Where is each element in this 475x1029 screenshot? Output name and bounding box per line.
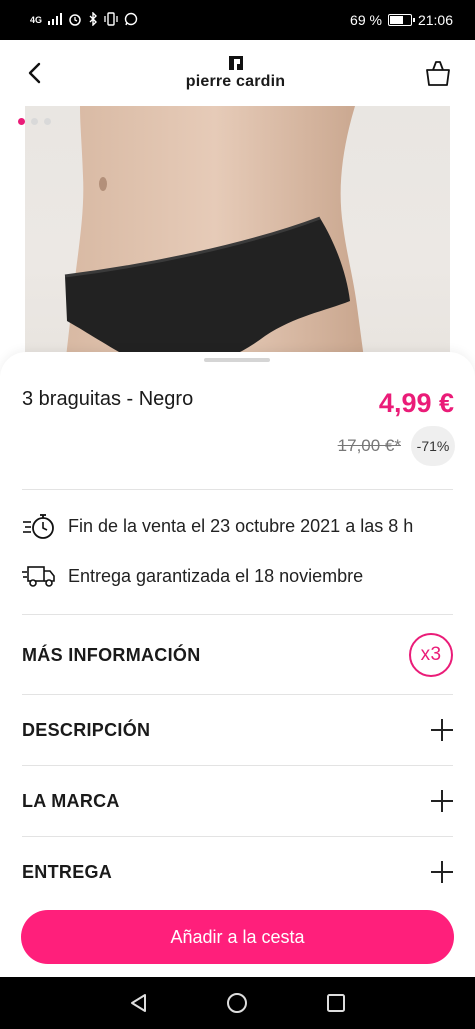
section-description-label: DESCRIPCIÓN: [22, 719, 151, 740]
bluetooth-icon: [88, 10, 98, 29]
brand-name: pierre cardin: [185, 72, 286, 90]
section-brand-label: LA MARCA: [22, 790, 120, 811]
section-delivery[interactable]: ENTREGA: [22, 850, 453, 894]
square-recents-icon: [326, 994, 345, 1012]
product-price: 4,99 €: [378, 388, 454, 418]
gallery-pagination[interactable]: [18, 118, 51, 125]
delivery-truck-icon: [22, 562, 56, 590]
product-image: [25, 106, 450, 366]
whatsapp-icon: [124, 12, 138, 29]
battery-icon: [387, 14, 415, 26]
quantity-badge: x3: [409, 633, 453, 677]
divider: [22, 694, 453, 695]
triangle-back-icon: [131, 994, 147, 1012]
discount-badge: -71%: [411, 426, 455, 466]
stopwatch-icon: [22, 512, 56, 540]
vibrate-icon: [104, 11, 118, 29]
delivery-guarantee-text: Entrega garantizada el 18 noviembre: [68, 565, 364, 586]
divider: [22, 836, 453, 837]
nav-back-button[interactable]: [119, 983, 159, 1023]
sheet-drag-handle[interactable]: [204, 358, 270, 362]
back-button[interactable]: [20, 58, 50, 88]
product-image-gallery[interactable]: [0, 106, 475, 366]
delivery-guarantee-info: Entrega garantizada el 18 noviembre: [22, 562, 363, 590]
sale-end-info: Fin de la venta el 23 octubre 2021 a las…: [22, 512, 413, 540]
original-price: 17,00 €*: [337, 436, 401, 455]
brand-logo[interactable]: pierre cardin: [185, 55, 286, 91]
sale-end-text: Fin de la venta el 23 octubre 2021 a las…: [68, 515, 414, 536]
divider: [22, 614, 453, 615]
divider: [22, 489, 453, 490]
clock: 21:06: [417, 12, 453, 28]
product-title: 3 braguitas - Negro: [22, 388, 194, 410]
plus-icon: [431, 861, 453, 883]
alarm-icon: [68, 12, 82, 29]
pierre-cardin-logo-icon: [228, 55, 243, 70]
chevron-left-icon: [28, 62, 41, 84]
product-details-sheet: 3 braguitas - Negro 4,99 € 17,00 €* -71%…: [0, 352, 475, 977]
circle-home-icon: [227, 993, 248, 1013]
plus-icon: [431, 790, 453, 812]
gallery-dot-active[interactable]: [18, 118, 25, 125]
nav-recents-button[interactable]: [316, 983, 356, 1023]
section-delivery-label: ENTREGA: [22, 861, 113, 882]
shopping-bag-icon: [426, 61, 450, 86]
gallery-dot[interactable]: [31, 118, 38, 125]
section-brand[interactable]: LA MARCA: [22, 779, 453, 823]
system-navigation-bar: [0, 977, 475, 1029]
gallery-dot[interactable]: [44, 118, 51, 125]
section-more-info-label: MÁS INFORMACIÓN: [22, 644, 201, 665]
signal-icon: [48, 12, 63, 28]
product-photo-illustration: [64, 106, 365, 366]
section-description[interactable]: DESCRIPCIÓN: [22, 708, 453, 752]
plus-icon: [431, 719, 453, 741]
battery-percentage: 69 %: [350, 12, 382, 28]
app-header: pierre cardin: [0, 40, 475, 106]
nav-home-button[interactable]: [217, 983, 257, 1023]
section-more-info[interactable]: MÁS INFORMACIÓN x3: [22, 631, 453, 679]
network-indicator: 4G: [30, 14, 43, 25]
add-to-cart-button[interactable]: Añadir a la cesta: [21, 910, 454, 964]
divider: [22, 765, 453, 766]
shopping-bag-button[interactable]: [421, 56, 455, 90]
status-bar: 4G 69 % 21:06: [0, 0, 475, 40]
